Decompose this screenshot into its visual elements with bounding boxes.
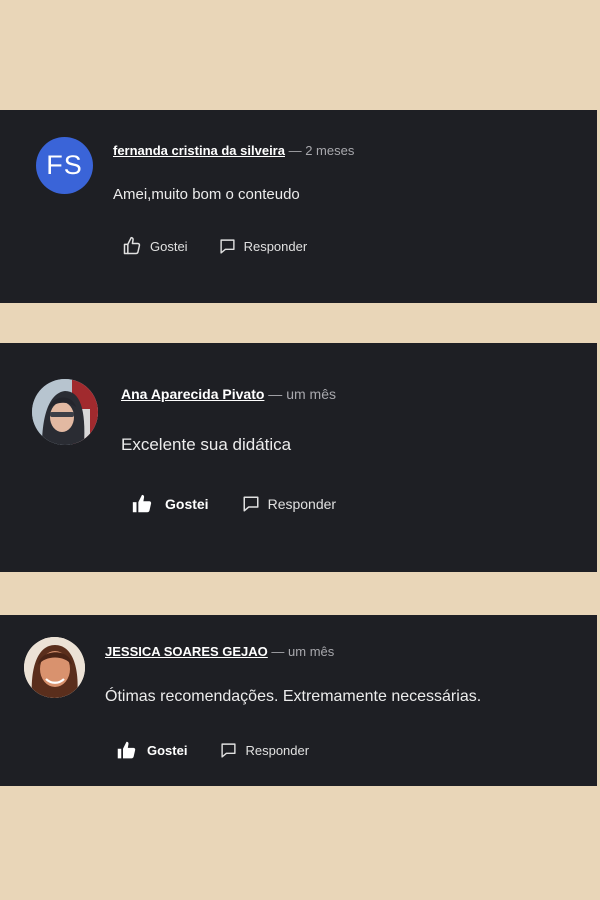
timestamp[interactable]: 2 meses xyxy=(305,143,354,158)
avatar-photo xyxy=(24,637,85,698)
comment-text: Ótimas recomendações. Extremamente neces… xyxy=(105,688,482,705)
reply-label: Responder xyxy=(243,238,308,254)
like-button[interactable]: Gostei xyxy=(122,236,188,256)
avatar[interactable]: FS xyxy=(36,137,93,194)
comment-actions: Gostei Responder xyxy=(131,493,336,515)
comment-actions: Gostei Responder xyxy=(116,740,309,761)
comment-card: Ana Aparecida Pivato — um mês Excelente … xyxy=(0,343,597,572)
author-link[interactable]: Ana Aparecida Pivato xyxy=(121,386,264,402)
reply-button[interactable]: Responder xyxy=(242,495,337,513)
avatar[interactable] xyxy=(24,637,85,698)
comment-card: FS fernanda cristina da silveira — 2 mes… xyxy=(0,110,597,303)
reply-button[interactable]: Responder xyxy=(219,238,308,255)
comment-text: Amei,muito bom o conteudo xyxy=(113,186,300,203)
comment-meta: Ana Aparecida Pivato — um mês xyxy=(121,386,336,402)
meta-separator: — xyxy=(264,386,287,402)
avatar-photo xyxy=(32,379,98,445)
thumbs-up-filled-icon xyxy=(117,741,136,759)
comment-card: JESSICA SOARES GEJAO — um mês Ótimas rec… xyxy=(0,615,597,786)
thumbs-up-outline-icon xyxy=(123,236,141,255)
reply-label: Responder xyxy=(245,743,310,758)
avatar[interactable] xyxy=(32,379,98,445)
timestamp[interactable]: um mês xyxy=(288,644,334,659)
timestamp[interactable]: um mês xyxy=(286,386,336,402)
like-label: Gostei xyxy=(150,238,188,254)
author-link[interactable]: fernanda cristina da silveira xyxy=(113,143,285,158)
comment-text: Excelente sua didática xyxy=(121,435,292,454)
author-link[interactable]: JESSICA SOARES GEJAO xyxy=(105,644,268,659)
like-button[interactable]: Gostei xyxy=(131,493,209,515)
speech-bubble-icon xyxy=(221,743,237,758)
reply-label: Responder xyxy=(267,496,337,512)
meta-separator: — xyxy=(284,143,306,158)
meta-separator: — xyxy=(267,644,289,659)
comment-meta: JESSICA SOARES GEJAO — um mês xyxy=(105,644,334,659)
like-button[interactable]: Gostei xyxy=(116,740,187,761)
reply-button[interactable]: Responder xyxy=(220,742,309,759)
avatar-initials: FS xyxy=(46,150,83,180)
thumbs-up-filled-icon xyxy=(132,494,152,513)
comment-meta: fernanda cristina da silveira — 2 meses xyxy=(113,143,354,158)
like-label: Gostei xyxy=(147,743,188,758)
speech-bubble-icon xyxy=(243,496,259,512)
comment-actions: Gostei Responder xyxy=(122,236,307,256)
like-label: Gostei xyxy=(165,496,209,512)
speech-bubble-icon xyxy=(219,238,235,254)
